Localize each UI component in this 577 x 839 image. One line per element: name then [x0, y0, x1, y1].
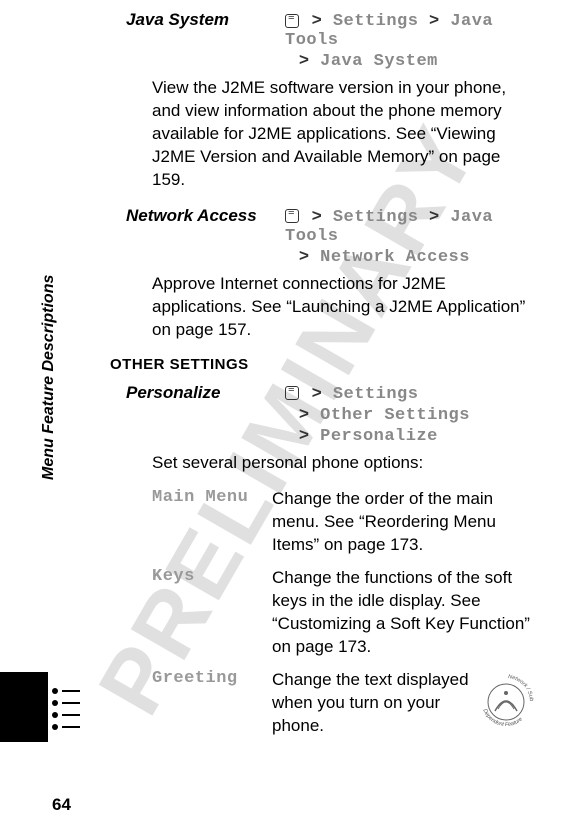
menu-item-java-system: Java System > Settings > Java Tools > Ja…: [110, 10, 537, 71]
path-seg: Personalize: [320, 427, 438, 446]
menu-key-icon: [285, 209, 299, 223]
path-seg: Network Access: [320, 248, 470, 267]
main-content: Java System > Settings > Java Tools > Ja…: [110, 10, 537, 748]
path-seg: Java System: [320, 52, 438, 71]
section-header-other-settings: OTHER SETTINGS: [110, 356, 537, 373]
sub-desc: Change the functions of the soft keys in…: [272, 567, 537, 659]
description-text: Set several personal phone options:: [110, 452, 537, 475]
menu-path: > Settings > Other Settings > Personaliz…: [285, 383, 537, 446]
sub-desc: Change the order of the main menu. See “…: [272, 488, 537, 557]
page-number: 64: [52, 795, 71, 815]
description-text: Approve Internet connections for J2ME ap…: [110, 273, 537, 342]
sub-item-keys: Keys Change the functions of the soft ke…: [110, 567, 537, 659]
list-icon: [52, 688, 80, 730]
sub-item-greeting: Greeting Network / Subscription Dependen…: [110, 669, 537, 738]
path-seg: Other Settings: [320, 406, 470, 425]
path-seg: Settings: [333, 208, 419, 227]
menu-item-network-access: Network Access > Settings > Java Tools >…: [110, 206, 537, 267]
menu-label: Network Access: [110, 206, 285, 226]
menu-item-personalize: Personalize > Settings > Other Settings …: [110, 383, 537, 446]
menu-path: > Settings > Java Tools > Java System: [285, 10, 537, 71]
svg-text:Network / Subscription: Network / Subscription: [475, 671, 534, 701]
description-text: View the J2ME software version in your p…: [110, 77, 537, 192]
menu-key-icon: [285, 386, 299, 400]
svg-text:Dependent Feature: Dependent Feature: [481, 708, 523, 728]
sub-desc-text: Change the text displayed when you turn …: [272, 670, 469, 735]
sub-item-main-menu: Main Menu Change the order of the main m…: [110, 488, 537, 557]
menu-label: Personalize: [110, 383, 285, 403]
sub-label: Main Menu: [152, 488, 272, 507]
network-dependent-badge-icon: Network / Subscription Dependent Feature: [475, 671, 537, 733]
menu-key-icon: [285, 14, 299, 28]
sidebar-chapter-title: Menu Feature Descriptions: [40, 275, 58, 480]
path-seg: Settings: [333, 12, 419, 31]
menu-label: Java System: [110, 10, 285, 30]
sub-label: Keys: [152, 567, 272, 586]
sub-label: Greeting: [152, 669, 272, 688]
path-seg: Settings: [333, 385, 419, 404]
sub-desc: Network / Subscription Dependent Feature…: [272, 669, 537, 738]
thumb-tab: [0, 672, 48, 742]
menu-path: > Settings > Java Tools > Network Access: [285, 206, 537, 267]
